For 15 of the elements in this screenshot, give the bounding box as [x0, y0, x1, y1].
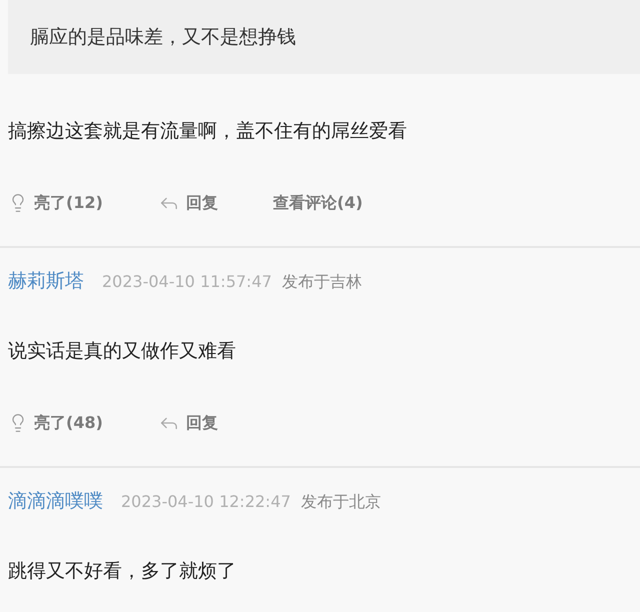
post-location: 发布于吉林: [282, 272, 362, 293]
like-button[interactable]: 亮了(48): [8, 412, 158, 434]
post-time: 2023-04-10 12:22:47: [121, 492, 291, 511]
comment-text: 说实话是真的又做作又难看: [8, 339, 237, 364]
view-replies-button[interactable]: 查看评论(4): [273, 192, 413, 214]
author-name[interactable]: 赫莉斯塔: [8, 268, 84, 294]
comment-text: 搞擦边这套就是有流量啊，盖不住有的屌丝爱看: [8, 119, 408, 144]
reply-button[interactable]: 回复: [158, 412, 273, 434]
like-button[interactable]: 亮了(12): [8, 192, 158, 214]
post-location: 发布于北京: [300, 492, 381, 513]
post-time: 2023-04-10 11:57:47: [102, 272, 272, 291]
reply-button[interactable]: 回复: [158, 192, 273, 214]
comment-text: 跳得又不好看，多了就烦了: [8, 559, 237, 584]
quote-text: 膈应的是品味差，又不是想挣钱: [30, 25, 296, 50]
author-name[interactable]: 滴滴滴噗噗: [8, 488, 103, 514]
